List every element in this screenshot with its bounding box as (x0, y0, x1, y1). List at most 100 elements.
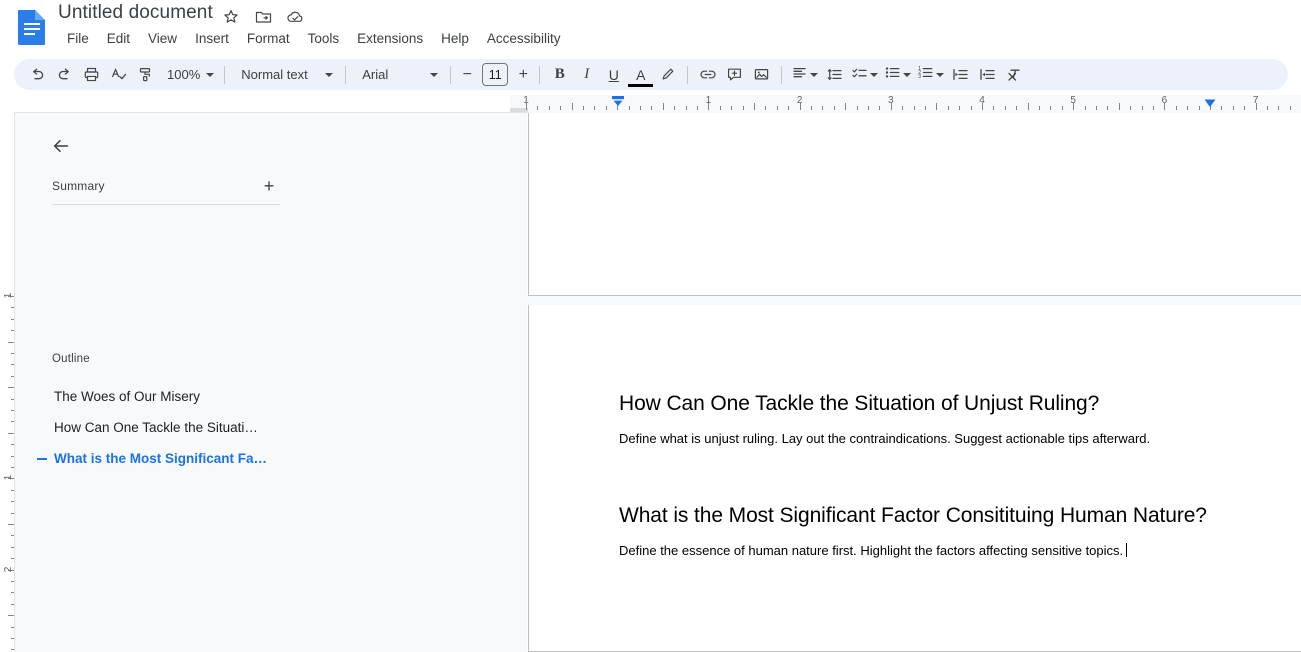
text-cursor (1126, 543, 1128, 557)
ruler-tick (993, 106, 995, 110)
ruler-number: 5 (1070, 95, 1076, 106)
line-spacing-icon[interactable] (821, 61, 848, 88)
zoom-selector[interactable]: 100% (159, 61, 218, 88)
outline-item-tackle[interactable]: How Can One Tackle the Situati… (15, 412, 528, 443)
outline-item-label: The Woes of Our Misery (54, 389, 201, 404)
menu-help[interactable]: Help (432, 29, 478, 49)
bold-button[interactable]: B (546, 61, 573, 88)
menu-insert[interactable]: Insert (186, 29, 238, 49)
bulleted-list-dropdown[interactable] (881, 61, 914, 88)
document-text-area[interactable]: How Can One Tackle the Situation of Unju… (619, 390, 1239, 560)
ruler-tick (1198, 106, 1200, 110)
ruler-tick (560, 106, 562, 110)
menu-tools[interactable]: Tools (299, 29, 349, 49)
outline-item-label: What is the Most Significant Fa… (54, 451, 268, 466)
numbered-list-dropdown[interactable]: 123 (914, 61, 947, 88)
menu-accessibility[interactable]: Accessibility (478, 29, 570, 49)
insert-image-icon[interactable] (748, 61, 775, 88)
google-docs-icon[interactable] (15, 8, 49, 46)
outline-item-woes[interactable]: The Woes of Our Misery (15, 381, 528, 412)
ruler-number: 2 (3, 566, 15, 572)
font-size-stepper: − 11 + (457, 63, 533, 86)
document-block-2: What is the Most Significant Factor Cons… (619, 502, 1239, 560)
toolbar-divider (224, 65, 226, 84)
add-summary-icon[interactable]: + (258, 175, 280, 197)
ruler-tick (571, 103, 573, 110)
document-block-1: How Can One Tackle the Situation of Unju… (619, 390, 1239, 448)
menu-format[interactable]: Format (238, 29, 299, 49)
ruler-tick (1096, 106, 1097, 110)
document-heading[interactable]: How Can One Tackle the Situation of Unju… (619, 390, 1239, 418)
underline-button[interactable]: U (600, 61, 627, 88)
cloud-saved-icon[interactable] (284, 6, 306, 28)
left-indent-marker[interactable] (612, 95, 624, 107)
document-outline-panel: Summary + Outline The Woes of Our Misery… (14, 112, 527, 652)
insert-link-icon[interactable] (694, 61, 721, 88)
add-comment-icon[interactable] (721, 61, 748, 88)
spellcheck-icon[interactable] (105, 61, 132, 88)
ruler-tick (605, 106, 607, 110)
document-heading[interactable]: What is the Most Significant Factor Cons… (619, 502, 1239, 530)
move-to-folder-icon[interactable] (252, 6, 274, 28)
title-bar: Untitled document File Edit View Insert … (0, 0, 1301, 55)
increase-font-size-button[interactable]: + (513, 65, 533, 85)
ruler-tick (776, 106, 778, 110)
checklist-dropdown[interactable] (848, 61, 881, 88)
ruler-tick (1130, 106, 1132, 110)
undo-icon[interactable] (24, 61, 51, 88)
document-paragraph[interactable]: Define what is unjust ruling. Lay out th… (619, 430, 1239, 448)
document-title[interactable]: Untitled document (58, 2, 213, 24)
font-size-input[interactable]: 11 (482, 63, 509, 86)
ruler-number: 7 (1252, 95, 1259, 106)
ruler-tick (811, 106, 812, 110)
ruler-tick (765, 106, 767, 110)
document-page-1[interactable] (528, 113, 1301, 296)
redo-icon[interactable] (51, 61, 78, 88)
outline-item-label: How Can One Tackle the Situati… (54, 420, 258, 435)
back-arrow-icon[interactable] (43, 128, 79, 164)
document-paragraph[interactable]: Define the essence of human nature first… (619, 542, 1239, 560)
ruler-tick (1175, 106, 1177, 110)
right-indent-marker[interactable] (1204, 99, 1216, 108)
font-family-selector[interactable]: Arial (352, 61, 444, 88)
ruler-tick (959, 106, 961, 110)
zoom-value: 100% (167, 67, 201, 82)
menu-edit[interactable]: Edit (98, 29, 139, 49)
decrease-indent-icon[interactable] (947, 61, 974, 88)
ruler-number: 3 (888, 95, 894, 106)
highlight-pen-icon[interactable] (654, 61, 681, 88)
star-icon[interactable] (220, 6, 242, 28)
ruler-tick (1232, 106, 1234, 110)
align-dropdown[interactable] (788, 61, 821, 88)
paragraph-style-selector[interactable]: Normal text (231, 61, 339, 88)
toolbar-divider (781, 65, 783, 84)
text-color-button[interactable]: A (627, 61, 654, 88)
ruler-tick (879, 106, 881, 110)
ruler-tick (594, 106, 596, 110)
ruler-number: 1 (3, 292, 15, 299)
outline-item-significant-factor[interactable]: What is the Most Significant Fa… (15, 443, 528, 474)
page-separator (510, 296, 1301, 305)
ruler-tick (1107, 106, 1109, 110)
ruler-tick (628, 106, 630, 110)
clear-formatting-icon[interactable] (1001, 61, 1028, 88)
horizontal-ruler[interactable]: 1 1 2 3 4 5 6 7 (510, 95, 1301, 113)
increase-indent-icon[interactable] (974, 61, 1001, 88)
print-icon[interactable] (78, 61, 105, 88)
menu-view[interactable]: View (139, 29, 186, 49)
svg-text:3: 3 (918, 74, 921, 80)
formatting-toolbar: 100% Normal text Arial − 11 + B I U A 1 … (14, 59, 1288, 90)
decrease-font-size-button[interactable]: − (457, 65, 477, 85)
summary-header: Summary + (52, 175, 280, 197)
ruler-tick (1016, 106, 1018, 110)
italic-button[interactable]: I (573, 61, 600, 88)
ruler-tick (1004, 106, 1006, 110)
menu-extensions[interactable]: Extensions (348, 29, 432, 49)
paragraph-style-value: Normal text (241, 67, 308, 82)
menu-file[interactable]: File (58, 29, 98, 49)
ruler-tick (1267, 106, 1268, 110)
ruler-tick (902, 106, 904, 110)
paint-format-icon[interactable] (132, 61, 159, 88)
ruler-tick (1050, 106, 1052, 110)
ruler-tick (548, 106, 550, 110)
